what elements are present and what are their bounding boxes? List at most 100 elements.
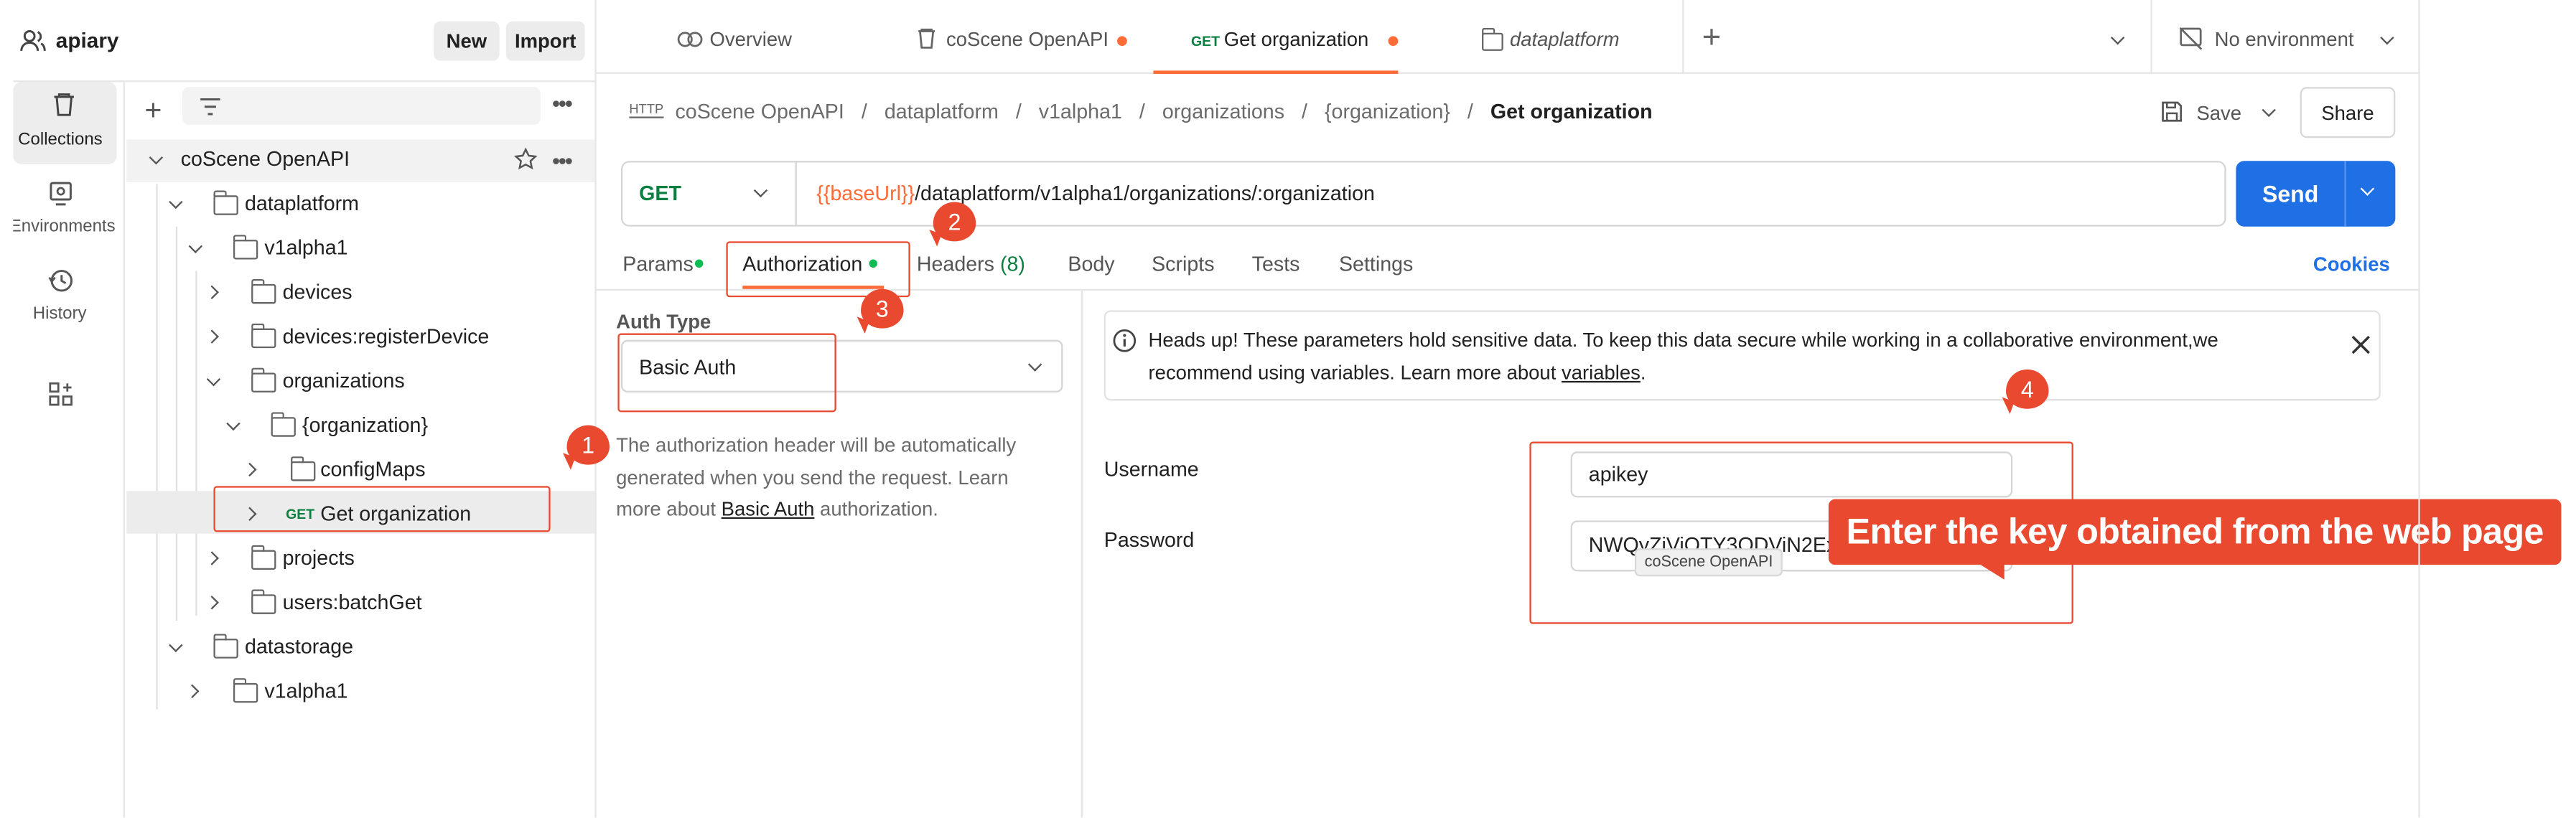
chevron-down-icon [1027, 357, 1042, 372]
share-label: Share [2321, 100, 2374, 124]
no-environment-icon [2178, 27, 2203, 60]
add-collection-icon[interactable]: + [144, 93, 162, 128]
send-divider [2344, 161, 2346, 227]
workspace-name[interactable]: apiary [56, 28, 119, 52]
tree-item-datastorage[interactable]: datastorage [245, 636, 353, 659]
add-workbench-icon[interactable] [47, 381, 74, 415]
folder-icon [290, 456, 316, 481]
collection-name[interactable]: coScene OpenAPI [181, 148, 350, 171]
annotation-badge-1: 1 [558, 425, 610, 470]
tab-collection[interactable]: coScene OpenAPI [895, 0, 1142, 74]
save-icon [2160, 100, 2183, 131]
send-button[interactable]: Send [2236, 161, 2396, 227]
tab-tests[interactable]: Tests [1252, 253, 1300, 276]
tree-item-configmaps[interactable]: configMaps [320, 458, 425, 481]
workspace-header: apiary New Import [13, 0, 597, 83]
tree-more-icon[interactable]: ••• [552, 90, 573, 117]
tab-settings[interactable]: Settings [1339, 253, 1413, 276]
unsaved-dot [1388, 36, 1399, 47]
tree-item-devices[interactable]: devices [283, 281, 353, 304]
new-tab-icon[interactable]: + [1702, 19, 1722, 57]
sensitive-data-notice: Heads up! These parameters hold sensitiv… [1103, 310, 2381, 401]
breadcrumb-item[interactable]: dataplatform [885, 100, 999, 123]
annotation-box-3 [617, 333, 836, 413]
overview-icon [677, 28, 704, 57]
nav-history[interactable]: History [13, 260, 116, 339]
tab-params[interactable]: Params [622, 253, 694, 276]
auth-description: The authorization header will be automat… [616, 431, 1047, 527]
collection-more-icon[interactable]: ••• [552, 148, 573, 174]
folder-icon [251, 323, 276, 349]
tab-headers[interactable]: Headers (8) [917, 253, 1025, 276]
tree-item-organizations[interactable]: organizations [283, 370, 405, 392]
tab-scripts[interactable]: Scripts [1152, 253, 1214, 276]
tab-collection-label: coScene OpenAPI [946, 27, 1109, 51]
breadcrumb-item[interactable]: v1alpha1 [1039, 100, 1122, 123]
annotation-badge-2-label: 2 [948, 208, 961, 235]
tab-get-organization[interactable]: GET Get organization [1153, 0, 1399, 74]
auth-divider [1081, 291, 1083, 818]
chevron-down-icon[interactable] [2360, 182, 2375, 196]
tab-dataplatform-label: dataplatform [1509, 27, 1620, 51]
chevron-down-icon [2380, 30, 2394, 45]
tree-item-v1alpha1-2[interactable]: v1alpha1 [264, 680, 347, 702]
cookies-link[interactable]: Cookies [2313, 253, 2390, 276]
info-icon [1112, 329, 1137, 362]
save-label: Save [2196, 101, 2242, 125]
tab-body[interactable]: Body [1068, 253, 1114, 276]
tree-item-projects[interactable]: projects [283, 547, 355, 570]
tree-item-dataplatform[interactable]: dataplatform [245, 192, 359, 215]
annotation-badge-1-label: 1 [582, 431, 595, 459]
tab-overview[interactable]: Overview [649, 0, 895, 74]
basic-auth-link[interactable]: Basic Auth [722, 497, 815, 520]
tree-item-devices-register[interactable]: devices:registerDevice [283, 325, 490, 348]
nav-collections[interactable]: Collections [13, 82, 117, 164]
breadcrumb-item[interactable]: organizations [1162, 100, 1284, 123]
filter-icon [199, 95, 222, 125]
method-label: GET [639, 182, 681, 206]
new-button-label: New [446, 29, 487, 53]
new-button[interactable]: New [434, 21, 500, 61]
tab-get-organization-label: Get organization [1223, 27, 1369, 51]
annotation-callout-pointer [1978, 563, 2005, 580]
annotation-badge-3-label: 3 [875, 295, 889, 322]
save-button[interactable]: Save [2155, 89, 2246, 138]
window-edge [2418, 0, 2420, 818]
folder-icon [270, 412, 296, 437]
tree-item-v1alpha1[interactable]: v1alpha1 [264, 237, 347, 260]
auth-type-label: Auth Type [616, 310, 711, 334]
variables-link[interactable]: variables [1562, 360, 1641, 383]
folder-icon [233, 235, 258, 260]
notice-text: Heads up! These parameters hold sensitiv… [1149, 325, 2282, 389]
import-button-label: Import [514, 29, 577, 53]
close-icon[interactable] [2351, 334, 2371, 363]
save-options-icon[interactable] [2262, 103, 2276, 118]
tab-dataplatform[interactable]: dataplatform [1413, 0, 1684, 74]
folder-icon [251, 279, 276, 304]
breadcrumb-item[interactable]: {organization} [1325, 100, 1450, 123]
people-icon [19, 29, 46, 60]
method-selector[interactable]: GET [622, 162, 797, 225]
import-button[interactable]: Import [505, 21, 585, 61]
headers-label: Headers [916, 253, 994, 276]
nav-environments[interactable]: Environments [13, 171, 116, 250]
annotation-badge-3: 3 [852, 288, 904, 334]
filter-input[interactable] [182, 87, 541, 125]
history-icon [47, 268, 74, 302]
nav-collections-label: Collections [18, 129, 103, 150]
unsaved-dot [1117, 36, 1127, 47]
nav-history-label: History [32, 304, 87, 324]
environment-selector[interactable]: No environment [2150, 0, 2420, 74]
star-icon[interactable] [513, 147, 538, 179]
environment-label: No environment [2214, 27, 2354, 51]
share-button[interactable]: Share [2300, 87, 2396, 138]
tree-item-organization-param[interactable]: {organization} [302, 414, 428, 437]
notice-body: Heads up! These parameters hold sensitiv… [1148, 328, 2218, 384]
chevron-down-icon [753, 183, 768, 198]
breadcrumb-item[interactable]: coScene OpenAPI [675, 100, 844, 123]
tree-item-users-batchget[interactable]: users:batchGet [283, 591, 422, 614]
headers-count: (8) [999, 253, 1025, 276]
environment-icon [47, 181, 74, 215]
breadcrumb-current: Get organization [1490, 100, 1653, 123]
url-input[interactable]: {{baseUrl}}/dataplatform/v1alpha1/organi… [816, 182, 1375, 205]
